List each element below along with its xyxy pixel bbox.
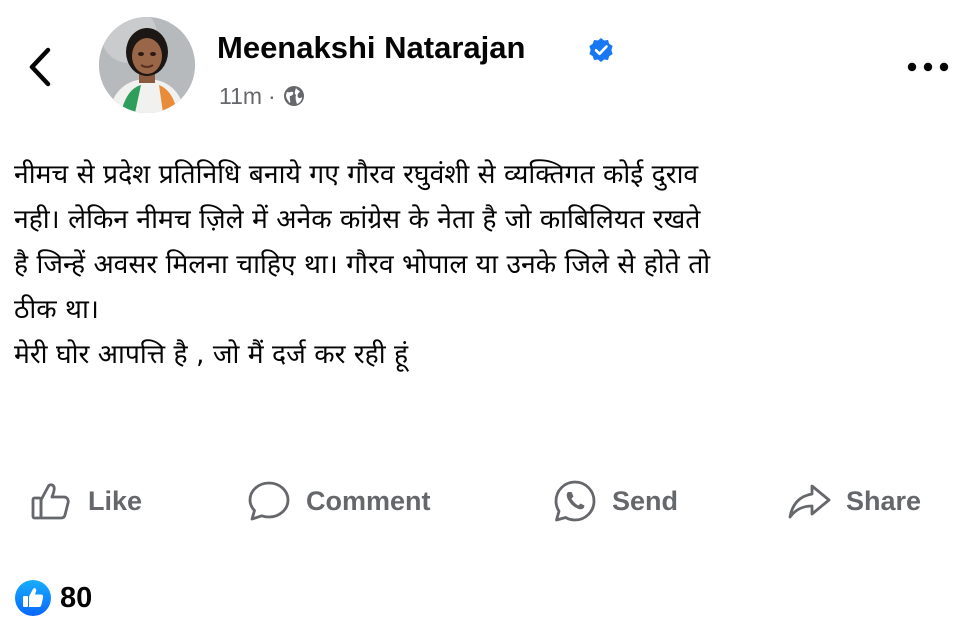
action-bar: Like Comment Send Share	[0, 472, 970, 530]
send-button[interactable]: Send	[552, 472, 678, 530]
comment-label: Comment	[306, 485, 431, 516]
post-line: नही। लेकिन नीमच ज़िले में अनेक कांग्रेस …	[14, 204, 701, 235]
more-horizontal-icon	[907, 62, 949, 72]
author-name[interactable]: Meenakshi Natarajan	[217, 28, 525, 68]
globe-icon	[283, 86, 304, 106]
post-line: ठीक था।	[14, 294, 99, 325]
send-label: Send	[612, 485, 679, 516]
post-line: नीमच से प्रदेश प्रतिनिधि बनाये गए गौरव र…	[14, 159, 699, 190]
thumbs-up-icon	[31, 483, 70, 520]
post-time[interactable]: 11m	[219, 83, 262, 110]
meta-separator: ·	[268, 82, 276, 109]
post-meta: 11m ·	[219, 80, 306, 112]
chevron-left-icon	[29, 47, 51, 87]
reaction-count: 80	[60, 581, 93, 614]
back-button[interactable]	[22, 42, 58, 92]
post-body: नीमच से प्रदेश प्रतिनिधि बनाये गए गौरव र…	[14, 152, 954, 377]
comment-button[interactable]: Comment	[246, 472, 431, 530]
avatar[interactable]	[99, 17, 195, 113]
verified-badge-icon	[589, 38, 613, 62]
whatsapp-icon	[554, 480, 596, 522]
share-icon	[788, 484, 831, 519]
post-line: है जिन्हें अवसर मिलना चाहिए था। गौरव भोप…	[14, 249, 711, 280]
thumbs-up-reaction-icon	[15, 580, 51, 616]
post-line: मेरी घोर आपत्ति है , जो मैं दर्ज कर रही …	[14, 339, 409, 370]
comment-icon	[248, 481, 290, 521]
share-label: Share	[846, 485, 922, 516]
like-label: Like	[88, 485, 143, 516]
more-options-button[interactable]	[900, 52, 956, 82]
reactions-summary[interactable]: 80	[14, 578, 92, 618]
profile-photo	[99, 17, 195, 113]
like-button[interactable]: Like	[28, 472, 142, 530]
share-button[interactable]: Share	[786, 472, 921, 530]
